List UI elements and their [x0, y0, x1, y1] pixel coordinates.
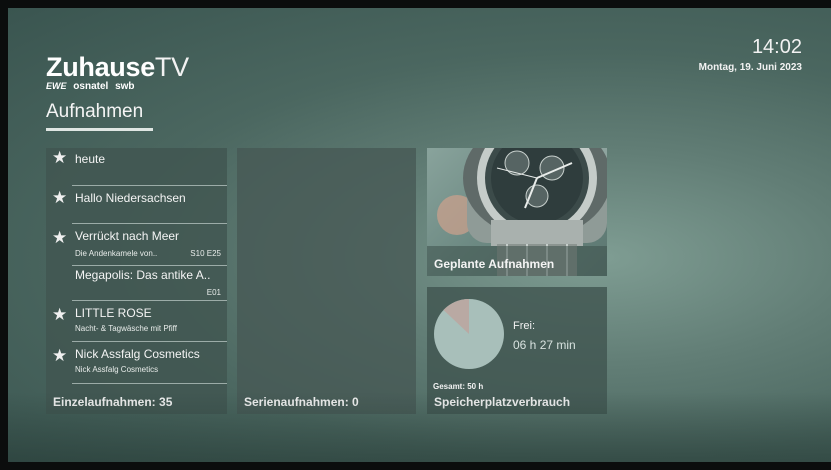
- logo-partners: EWE osnatel swb: [46, 81, 189, 92]
- page-title-underline: [46, 128, 153, 131]
- star-icon: ★: [52, 305, 68, 324]
- star-icon: ★: [52, 228, 68, 247]
- series-recordings-count: Serienaufnahmen: 0: [244, 395, 359, 409]
- storage-usage-label: Speicherplatzverbrauch: [434, 395, 571, 409]
- star-icon: ★: [52, 346, 68, 365]
- recording-subtitle: Die Andenkamele von..: [75, 249, 158, 258]
- recording-episode: E01: [206, 288, 221, 297]
- recording-title: heute: [75, 152, 106, 166]
- recording-item[interactable]: ★ Nick Assfalg Cosmetics Nick Assfalg Co…: [46, 342, 227, 384]
- single-recordings-panel[interactable]: ★ heute ★ Hallo Niedersachsen ★ Verrückt…: [46, 148, 227, 414]
- partner-osnatel: osnatel: [73, 81, 109, 92]
- recording-item[interactable]: ★ Verrückt nach Meer Die Andenkamele von…: [46, 224, 227, 266]
- partner-ewe: EWE: [46, 81, 67, 91]
- recording-item[interactable]: ★ Hallo Niedersachsen: [46, 186, 227, 224]
- recording-item[interactable]: ★ LITTLE ROSE Nacht- & Tagwäsche mit Pfi…: [46, 301, 227, 342]
- series-recordings-panel[interactable]: Serienaufnahmen: 0: [237, 148, 416, 414]
- recording-item[interactable]: ★ heute: [46, 148, 227, 186]
- clock-date: Montag, 19. Juni 2023: [698, 62, 802, 73]
- recording-title: Verrückt nach Meer: [75, 229, 180, 243]
- page-title: Aufnahmen: [46, 101, 144, 122]
- recording-episode: S10 E25: [190, 249, 221, 258]
- recording-item[interactable]: Megapolis: Das antike A.. E01: [46, 266, 227, 301]
- total-capacity: Gesamt: 50 h: [433, 382, 484, 391]
- recording-title: Nick Assfalg Cosmetics: [75, 347, 200, 361]
- zuhausetv-logo: ZuhauseTV EWE osnatel swb: [46, 53, 189, 92]
- storage-usage-tile[interactable]: Frei: 06 h 27 min Gesamt: 50 h Speicherp…: [427, 287, 607, 414]
- recording-title: Hallo Niedersachsen: [75, 191, 186, 205]
- logo-title: ZuhauseTV: [46, 52, 189, 82]
- star-icon: ★: [52, 188, 68, 207]
- storage-pie-chart: [434, 299, 504, 369]
- clock: 14:02 Montag, 19. Juni 2023: [699, 36, 802, 73]
- recording-subtitle: Nick Assfalg Cosmetics: [75, 365, 159, 374]
- partner-swb: swb: [115, 81, 135, 92]
- scheduled-recordings-tile[interactable]: Geplante Aufnahmen: [427, 148, 607, 276]
- recording-subtitle: Nacht- & Tagwäsche mit Pfiff: [75, 324, 177, 333]
- recording-title: Megapolis: Das antike A..: [75, 268, 211, 282]
- single-recordings-count: Einzelaufnahmen: 35: [53, 395, 173, 409]
- scheduled-recordings-label: Geplante Aufnahmen: [434, 257, 555, 271]
- recording-title: LITTLE ROSE: [75, 306, 152, 320]
- clock-time: 14:02: [751, 36, 802, 58]
- divider: [72, 383, 227, 384]
- tv-screen: ZuhauseTV EWE osnatel swb Aufnahmen 14:0…: [8, 8, 831, 462]
- free-value: 06 h 27 min: [513, 338, 576, 352]
- star-icon: ★: [52, 148, 68, 167]
- free-label: Frei:: [513, 320, 535, 332]
